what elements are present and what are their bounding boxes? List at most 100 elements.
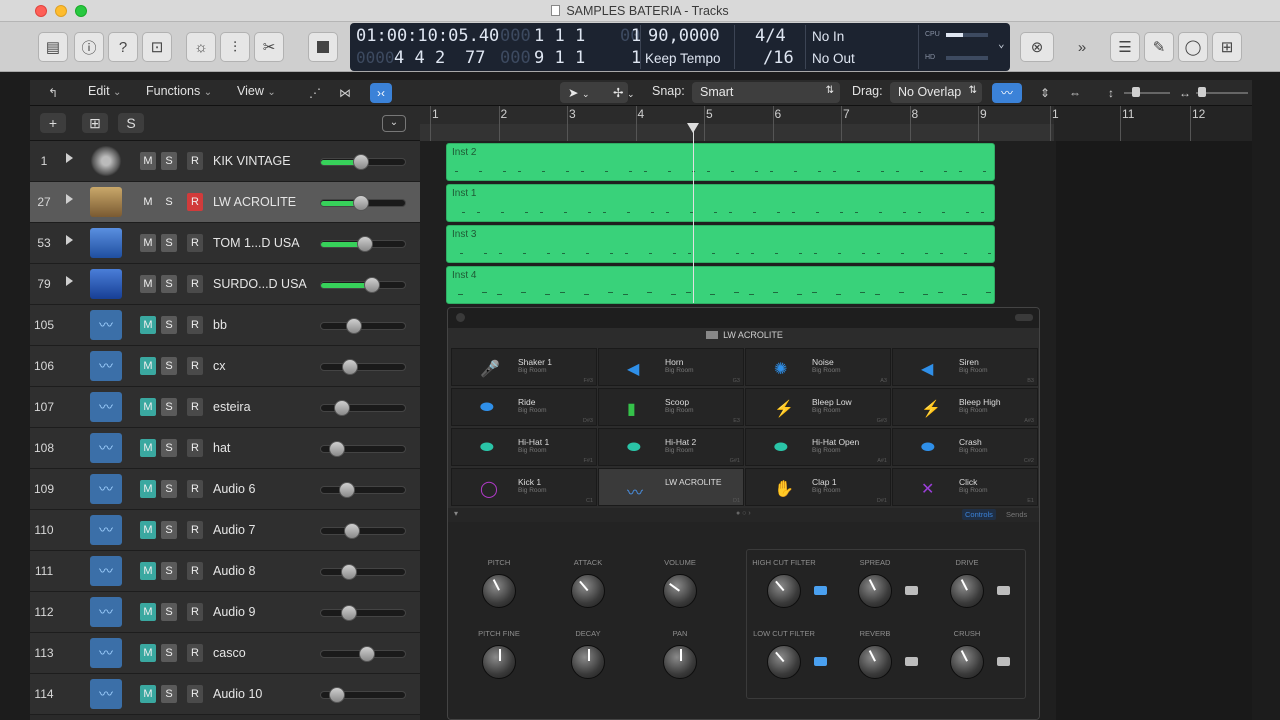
- volume-fader[interactable]: [320, 236, 406, 252]
- fader-knob[interactable]: [334, 400, 350, 416]
- track-row[interactable]: 79 M S R SURDO...D USA: [30, 264, 420, 305]
- lcd-tempo-mode[interactable]: Keep Tempo: [645, 51, 721, 66]
- drum-pad[interactable]: ⬬ Crash Big Room C#2: [892, 428, 1038, 466]
- track-name[interactable]: SURDO...D USA: [213, 277, 307, 291]
- track-name[interactable]: casco: [213, 646, 246, 660]
- fader-knob[interactable]: [353, 154, 369, 170]
- horizontal-fit-icon[interactable]: ⇔: [1064, 83, 1086, 103]
- track-name[interactable]: esteira: [213, 400, 251, 414]
- drum-pad[interactable]: ⬬ Ride Big Room D#3: [451, 388, 597, 426]
- track-name[interactable]: LW ACROLITE: [213, 195, 296, 209]
- rotary-knob[interactable]: [663, 645, 697, 679]
- fader-knob[interactable]: [364, 277, 380, 293]
- record-enable-button[interactable]: R: [187, 152, 203, 170]
- mute-button[interactable]: M: [140, 316, 156, 334]
- drum-pad[interactable]: ⬬ Hi-Hat 2 Big Room G#1: [598, 428, 744, 466]
- functions-menu[interactable]: Functions ⌄: [146, 84, 212, 98]
- plugin-link-icon[interactable]: [1015, 314, 1033, 321]
- volume-fader[interactable]: [320, 523, 406, 539]
- midi-region[interactable]: Inst 4: [446, 266, 995, 304]
- drum-pad[interactable]: ⬬ Hi-Hat Open Big Room A#1: [745, 428, 891, 466]
- record-enable-button[interactable]: R: [187, 685, 203, 703]
- volume-fader[interactable]: [320, 687, 406, 703]
- audio-waveform-icon[interactable]: 〰: [90, 474, 122, 504]
- track-name[interactable]: hat: [213, 441, 230, 455]
- view-menu[interactable]: View ⌄: [237, 84, 276, 98]
- snare-drum-icon[interactable]: [90, 187, 122, 217]
- audio-waveform-icon[interactable]: 〰: [90, 556, 122, 586]
- audio-waveform-icon[interactable]: 〰: [90, 597, 122, 627]
- mute-button[interactable]: M: [140, 275, 156, 293]
- rotary-knob[interactable]: [950, 645, 984, 679]
- automation-icon[interactable]: ⋰: [304, 83, 326, 103]
- record-enable-button[interactable]: R: [187, 316, 203, 334]
- volume-fader[interactable]: [320, 646, 406, 662]
- record-enable-button[interactable]: R: [187, 644, 203, 662]
- drum-pad[interactable]: ▮ Scoop Big Room E3: [598, 388, 744, 426]
- fader-knob[interactable]: [341, 605, 357, 621]
- record-enable-button[interactable]: R: [187, 193, 203, 211]
- edit-menu[interactable]: Edit ⌄: [88, 84, 121, 98]
- track-row[interactable]: 107 〰 M S Resteira: [30, 387, 420, 428]
- record-enable-button[interactable]: R: [187, 357, 203, 375]
- disclosure-triangle-icon[interactable]: [66, 276, 73, 286]
- volume-fader[interactable]: [320, 359, 406, 375]
- drum-pad[interactable]: ✕ Click Big Room E1: [892, 468, 1038, 506]
- tom-drum-icon[interactable]: [90, 228, 122, 258]
- drum-pad[interactable]: ⚡ Bleep Low Big Room G#3: [745, 388, 891, 426]
- chevron-down-icon[interactable]: ⌄: [998, 37, 1005, 50]
- toolbar-button[interactable]: ⊡: [142, 32, 172, 62]
- flex-icon[interactable]: ⋈: [334, 83, 356, 103]
- add-folder-button[interactable]: ⊞: [82, 113, 108, 133]
- record-enable-button[interactable]: R: [187, 603, 203, 621]
- drum-pad[interactable]: ◀ Siren Big Room B3: [892, 348, 1038, 386]
- lcd-division[interactable]: /16: [763, 48, 794, 68]
- track-name[interactable]: Audio 9: [213, 605, 255, 619]
- vertical-zoom-slider[interactable]: [1124, 87, 1170, 97]
- quick-help-button[interactable]: ?: [108, 32, 138, 62]
- lcd-display[interactable]: 01:00:10:05.40 0000 000 1 1 1 00 1 4 4 2…: [350, 23, 1010, 71]
- section-toggle[interactable]: [997, 586, 1010, 595]
- solo-button[interactable]: S: [161, 685, 177, 703]
- chevron-down-icon[interactable]: ▾: [454, 509, 458, 518]
- fader-knob[interactable]: [339, 482, 355, 498]
- solo-button[interactable]: S: [161, 398, 177, 416]
- horizontal-zoom-slider[interactable]: [1196, 87, 1248, 97]
- fader-knob[interactable]: [344, 523, 360, 539]
- track-row[interactable]: 113 〰 M S Rcasco: [30, 633, 420, 674]
- record-enable-button[interactable]: R: [187, 275, 203, 293]
- track-name[interactable]: Audio 10: [213, 687, 262, 701]
- midi-region[interactable]: Inst 3: [446, 225, 995, 263]
- volume-fader[interactable]: [320, 400, 406, 416]
- controls-tab[interactable]: Controls: [962, 509, 996, 520]
- rotary-knob[interactable]: [663, 574, 697, 608]
- track-row[interactable]: 108 〰 M S Rhat: [30, 428, 420, 469]
- mute-button[interactable]: M: [140, 439, 156, 457]
- mute-button[interactable]: M: [140, 398, 156, 416]
- record-enable-button[interactable]: R: [187, 398, 203, 416]
- audio-waveform-icon[interactable]: 〰: [90, 351, 122, 381]
- bar-ruler[interactable]: 1 2 3 4 5 6 7 8 9 1 11 12: [420, 106, 1252, 141]
- record-enable-button[interactable]: R: [187, 562, 203, 580]
- add-track-button[interactable]: +: [40, 113, 66, 133]
- drum-pad[interactable]: ⬬ Hi-Hat 1 Big Room F#1: [451, 428, 597, 466]
- track-row[interactable]: 53 M S R TOM 1...D USA: [30, 223, 420, 264]
- rotary-knob[interactable]: [950, 574, 984, 608]
- section-toggle[interactable]: [814, 657, 827, 666]
- solo-button[interactable]: S: [161, 316, 177, 334]
- secondary-tool-menu[interactable]: ✢ ⌄: [605, 82, 645, 103]
- rotary-knob[interactable]: [767, 574, 801, 608]
- drum-pad[interactable]: ⚡ Bleep High Big Room A#3: [892, 388, 1038, 426]
- plugin-power-icon[interactable]: [456, 313, 465, 322]
- mute-button[interactable]: M: [140, 644, 156, 662]
- fader-knob[interactable]: [341, 564, 357, 580]
- section-toggle[interactable]: [905, 657, 918, 666]
- track-name[interactable]: cx: [213, 359, 226, 373]
- collapse-icon[interactable]: ⌄: [382, 115, 406, 132]
- solo-button[interactable]: S: [161, 357, 177, 375]
- audio-waveform-icon[interactable]: 〰: [90, 515, 122, 545]
- mute-button[interactable]: M: [140, 193, 156, 211]
- page-dots[interactable]: ● ○ ›: [736, 510, 751, 517]
- track-row[interactable]: 112 〰 M S R Audio 9: [30, 592, 420, 633]
- fader-knob[interactable]: [357, 236, 373, 252]
